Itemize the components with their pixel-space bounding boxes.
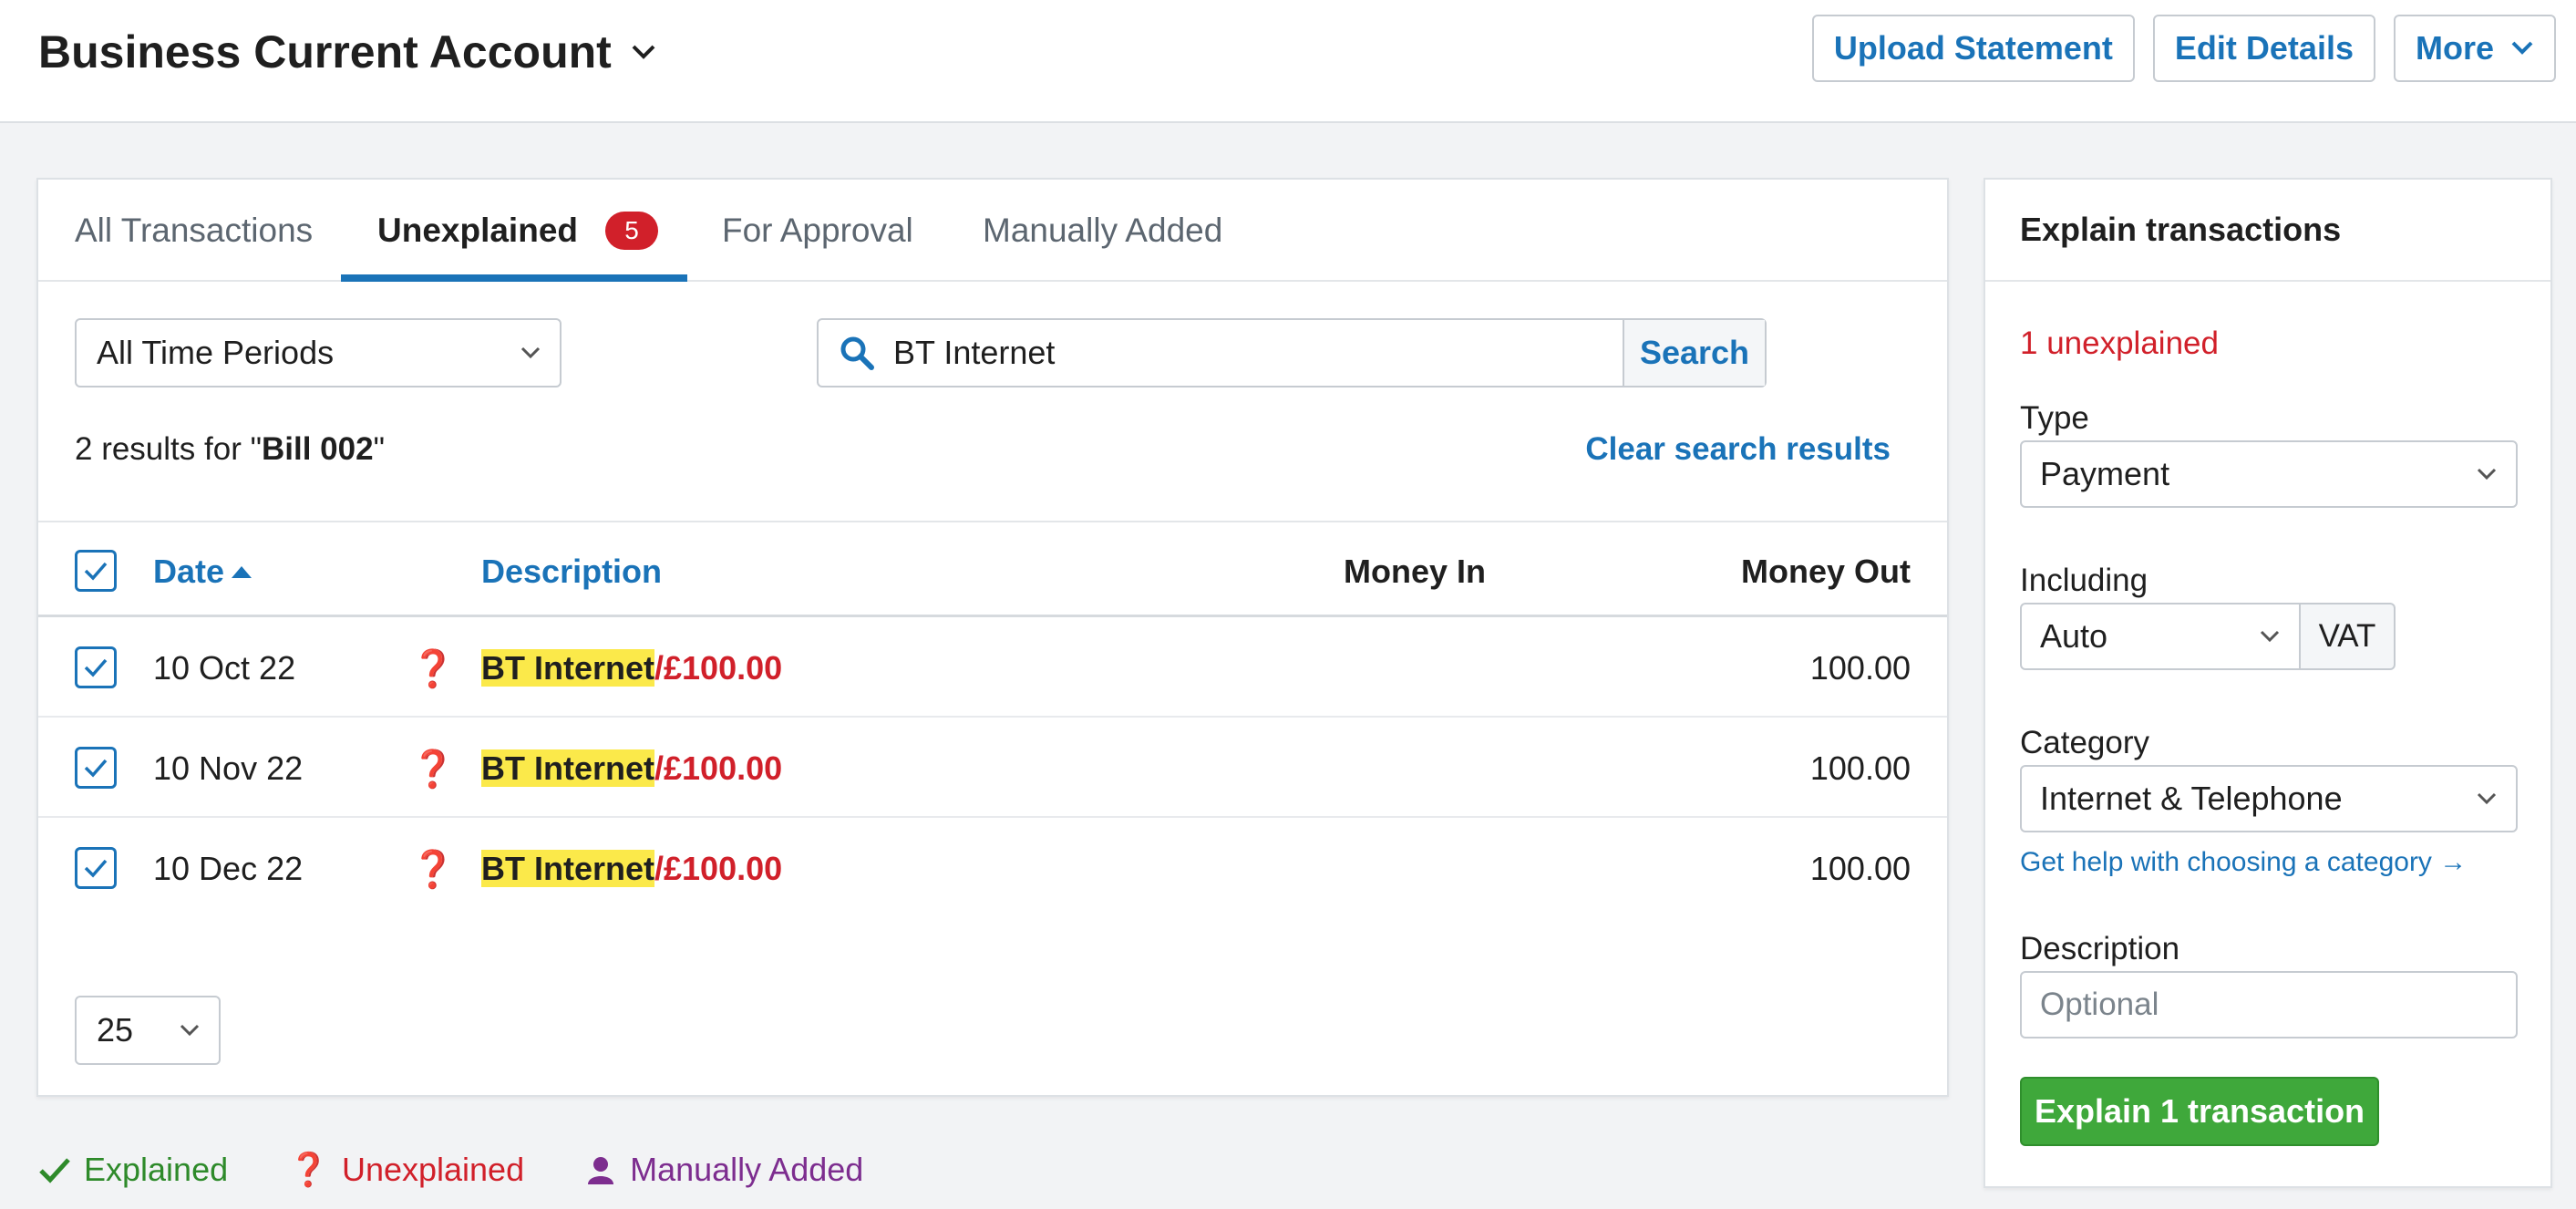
category-help-link[interactable]: Get help with choosing a category → xyxy=(2020,847,2467,878)
table-header: Date Description Money In Money Out xyxy=(38,521,1947,617)
money-out-column-header: Money Out xyxy=(1741,553,1911,590)
more-button[interactable]: More xyxy=(2393,15,2556,82)
unexplained-status-icon: ❓ xyxy=(410,850,456,890)
search-term: Bill 002 xyxy=(262,431,374,467)
row-checkbox[interactable] xyxy=(75,747,117,789)
row-date: 10 Nov 22 xyxy=(153,749,304,787)
tab-manually-added[interactable]: Manually Added xyxy=(983,180,1222,282)
date-column-header[interactable]: Date xyxy=(153,553,253,591)
user-icon xyxy=(588,1157,614,1184)
search-icon xyxy=(840,336,874,370)
table-row[interactable]: 10 Nov 22 ❓ BT Internet/£100.00 100.00 xyxy=(38,718,1947,818)
description-column-header[interactable]: Description xyxy=(481,553,662,591)
row-money-out: 100.00 xyxy=(1809,850,1911,887)
tab-unexplained[interactable]: Unexplained 5 xyxy=(377,180,658,282)
category-label: Category xyxy=(2020,725,2150,760)
select-all-checkbox[interactable] xyxy=(75,550,117,592)
including-select[interactable]: Auto xyxy=(2020,603,2301,670)
chevron-down-icon xyxy=(2260,630,2280,643)
account-title-dropdown[interactable]: Business Current Account xyxy=(38,26,657,78)
row-description[interactable]: BT Internet/£100.00 xyxy=(481,850,782,888)
table-row[interactable]: 10 Dec 22 ❓ BT Internet/£100.00 100.00 xyxy=(38,818,1947,918)
per-page-select[interactable]: 25 xyxy=(75,996,221,1065)
search-input[interactable] xyxy=(893,334,1623,372)
row-money-out: 100.00 xyxy=(1809,749,1911,787)
chevron-down-icon xyxy=(520,346,541,359)
transactions-panel: All Transactions Unexplained 5 For Appro… xyxy=(36,178,1949,1097)
category-select[interactable]: Internet & Telephone xyxy=(2020,765,2518,832)
search-bar: Search xyxy=(817,318,1767,388)
row-date: 10 Oct 22 xyxy=(153,649,296,687)
description-input[interactable] xyxy=(2020,971,2518,1038)
row-checkbox[interactable] xyxy=(75,847,117,889)
panel-title: Explain transactions xyxy=(1985,180,2550,282)
row-description[interactable]: BT Internet/£100.00 xyxy=(481,649,782,687)
unexplained-status-icon: ❓ xyxy=(410,649,456,689)
explain-transaction-button[interactable]: Explain 1 transaction xyxy=(2020,1077,2379,1146)
tab-all-transactions[interactable]: All Transactions xyxy=(75,180,313,282)
top-bar: Business Current Account Upload Statemen… xyxy=(0,0,2576,123)
unexplained-count: 1 unexplained xyxy=(2020,326,2219,361)
chevron-down-icon xyxy=(2477,792,2497,805)
tab-bar: All Transactions Unexplained 5 For Appro… xyxy=(38,180,1947,282)
legend-manually-added: Manually Added xyxy=(584,1151,863,1189)
upload-statement-button[interactable]: Upload Statement xyxy=(1811,15,2135,82)
including-label: Including xyxy=(2020,563,2148,598)
active-tab-indicator xyxy=(341,274,687,282)
edit-details-button[interactable]: Edit Details xyxy=(2152,15,2375,82)
money-in-column-header: Money In xyxy=(1344,553,1487,590)
row-date: 10 Dec 22 xyxy=(153,850,304,887)
checkmark-icon xyxy=(84,658,108,677)
row-checkbox[interactable] xyxy=(75,646,117,688)
row-money-out: 100.00 xyxy=(1809,649,1911,687)
search-results-summary: 2 results for "Bill 002" xyxy=(75,431,386,467)
sort-ascending-icon xyxy=(232,566,252,578)
search-button[interactable]: Search xyxy=(1623,320,1765,386)
chevron-down-icon xyxy=(180,1024,200,1037)
chevron-down-icon xyxy=(632,45,655,59)
table-row[interactable]: 10 Oct 22 ❓ BT Internet/£100.00 100.00 xyxy=(38,617,1947,718)
checkmark-icon xyxy=(84,562,108,581)
question-mark-icon: ❓ xyxy=(288,1151,329,1188)
description-label: Description xyxy=(2020,931,2180,966)
legend-unexplained: ❓ Unexplained xyxy=(288,1151,525,1188)
chevron-down-icon xyxy=(2477,468,2497,480)
checkmark-icon xyxy=(84,759,108,778)
type-label: Type xyxy=(2020,400,2089,436)
time-period-select[interactable]: All Time Periods xyxy=(75,318,562,388)
checkmark-icon xyxy=(39,1158,70,1183)
clear-search-results-link[interactable]: Clear search results xyxy=(1585,431,1891,468)
status-legend: Explained ❓ Unexplained Manually Added xyxy=(38,1151,863,1189)
legend-explained: Explained xyxy=(38,1151,228,1189)
unexplained-count-badge: 5 xyxy=(605,212,658,250)
type-select[interactable]: Payment xyxy=(2020,440,2518,508)
unexplained-status-icon: ❓ xyxy=(410,749,456,790)
account-title: Business Current Account xyxy=(38,26,612,78)
row-description[interactable]: BT Internet/£100.00 xyxy=(481,749,782,788)
checkmark-icon xyxy=(84,859,108,878)
tab-for-approval[interactable]: For Approval xyxy=(722,180,913,282)
vat-addon: VAT xyxy=(2301,603,2396,670)
explain-transactions-panel: Explain transactions 1 unexplained Type … xyxy=(1984,178,2552,1188)
chevron-down-icon xyxy=(2511,41,2533,55)
